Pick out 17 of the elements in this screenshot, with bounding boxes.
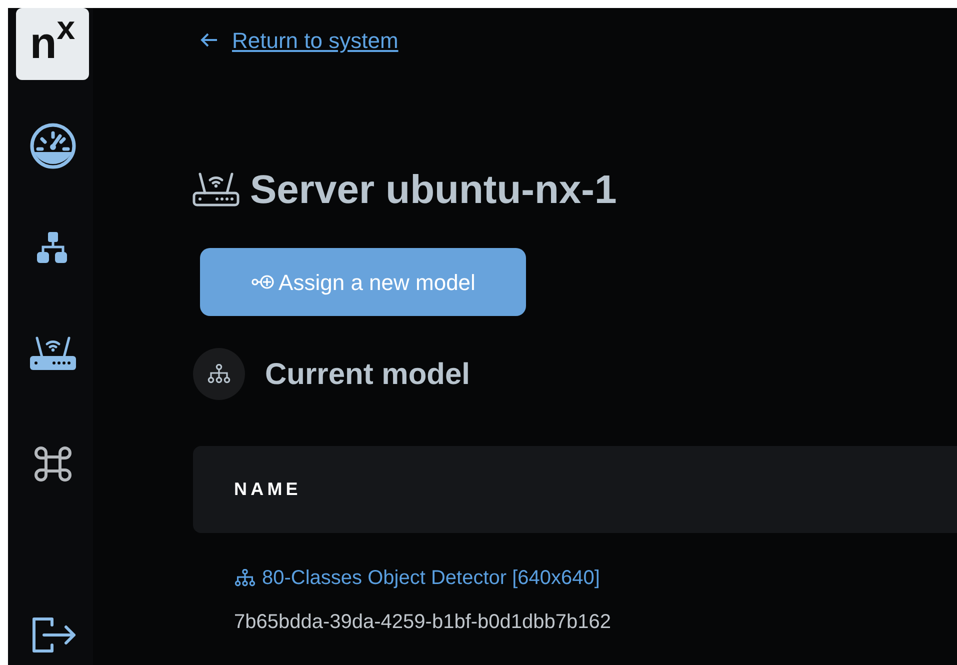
hierarchy-icon[interactable]: [36, 232, 68, 264]
router-icon[interactable]: [28, 336, 76, 372]
logo[interactable]: n$^{x}$: [16, 8, 89, 80]
link-plus-icon: [250, 275, 275, 289]
router-icon: [192, 171, 240, 209]
back-link[interactable]: Return to system: [200, 24, 398, 56]
hierarchy-icon: [193, 348, 245, 400]
left-arrow-icon: [200, 33, 218, 47]
page-title: Server ubuntu-nx-1: [250, 170, 617, 210]
command-icon[interactable]: [32, 444, 72, 484]
speedometer-icon[interactable]: [28, 122, 76, 170]
column-header: NAME: [234, 478, 302, 501]
hierarchy-icon: [234, 569, 256, 587]
model-link[interactable]: 80-Classes Object Detector [640x640]: [234, 563, 600, 593]
section-title: Current model: [265, 356, 470, 392]
model-id: 7b65bdda-39da-4259-b1bf-b0d1dbb7b162: [234, 610, 612, 635]
logout-icon[interactable]: [30, 617, 76, 653]
